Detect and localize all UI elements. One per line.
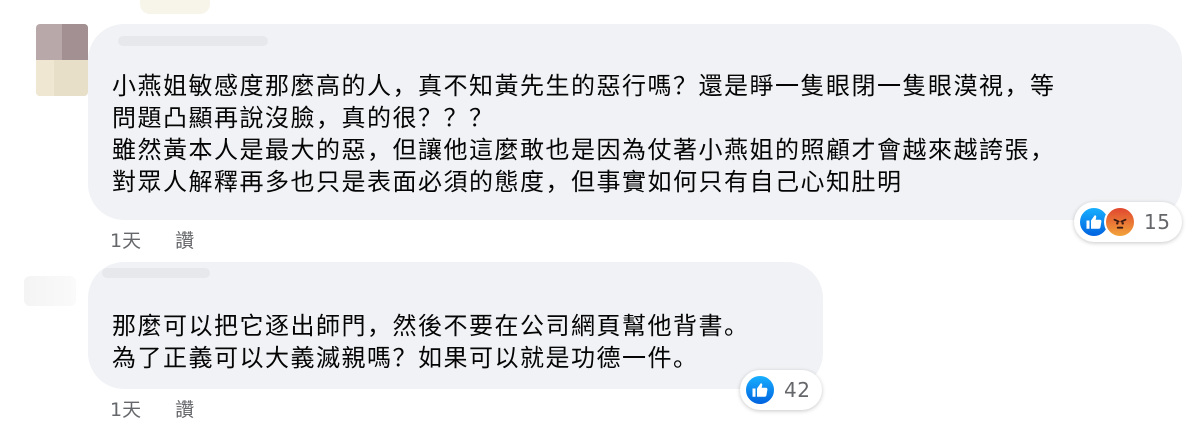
like-button[interactable]: 讚: [175, 395, 194, 422]
previous-comment-remnant: [140, 0, 210, 14]
like-button[interactable]: 讚: [175, 226, 194, 253]
comment-line: 問題凸顯再說沒臉，真的很？？？: [112, 104, 495, 132]
avatar[interactable]: [36, 24, 88, 96]
comment-bubble: 那麼可以把它逐出師門，然後不要在公司網頁幫他背書。 為了正義可以大義滅親嗎？如果…: [88, 262, 823, 389]
comment-meta: 1天 讚: [110, 395, 194, 422]
avatar[interactable]: [24, 276, 76, 306]
reaction-summary[interactable]: 42: [740, 370, 822, 410]
timestamp[interactable]: 1天: [110, 226, 141, 253]
reaction-summary[interactable]: 15: [1074, 202, 1182, 242]
comment-line: 那麼可以把它逐出師門，然後不要在公司網頁幫他背書。: [112, 312, 750, 340]
like-icon: [744, 374, 776, 406]
comment-line: 對眾人解釋再多也只是表面必須的態度，但事實如何只有自己心知肚明: [112, 168, 903, 196]
comment-bubble: 小燕姐敏感度那麼高的人，真不知黃先生的惡行嗎？還是睜一隻眼閉一隻眼漠視，等 問題…: [88, 24, 1182, 220]
comment-line: 雖然黃本人是最大的惡，但讓他這麼敢也是因為仗著小燕姐的照顧才會越來越誇張，: [112, 136, 1056, 164]
comment-line: 小燕姐敏感度那麼高的人，真不知黃先生的惡行嗎？還是睜一隻眼閉一隻眼漠視，等: [112, 72, 1056, 100]
comment-line: 為了正義可以大義滅親嗎？如果可以就是功德一件。: [112, 344, 699, 372]
reaction-count: 15: [1144, 210, 1171, 234]
timestamp[interactable]: 1天: [110, 395, 141, 422]
comment-meta: 1天 讚: [110, 226, 194, 253]
author-name-blurred[interactable]: [102, 268, 210, 278]
author-name-blurred[interactable]: [118, 36, 268, 46]
comment-text: 小燕姐敏感度那麼高的人，真不知黃先生的惡行嗎？還是睜一隻眼閉一隻眼漠視，等 問題…: [112, 70, 1056, 198]
reaction-count: 42: [784, 378, 811, 402]
comment-text: 那麼可以把它逐出師門，然後不要在公司網頁幫他背書。 為了正義可以大義滅親嗎？如果…: [112, 310, 750, 374]
angry-icon: [1104, 206, 1136, 238]
